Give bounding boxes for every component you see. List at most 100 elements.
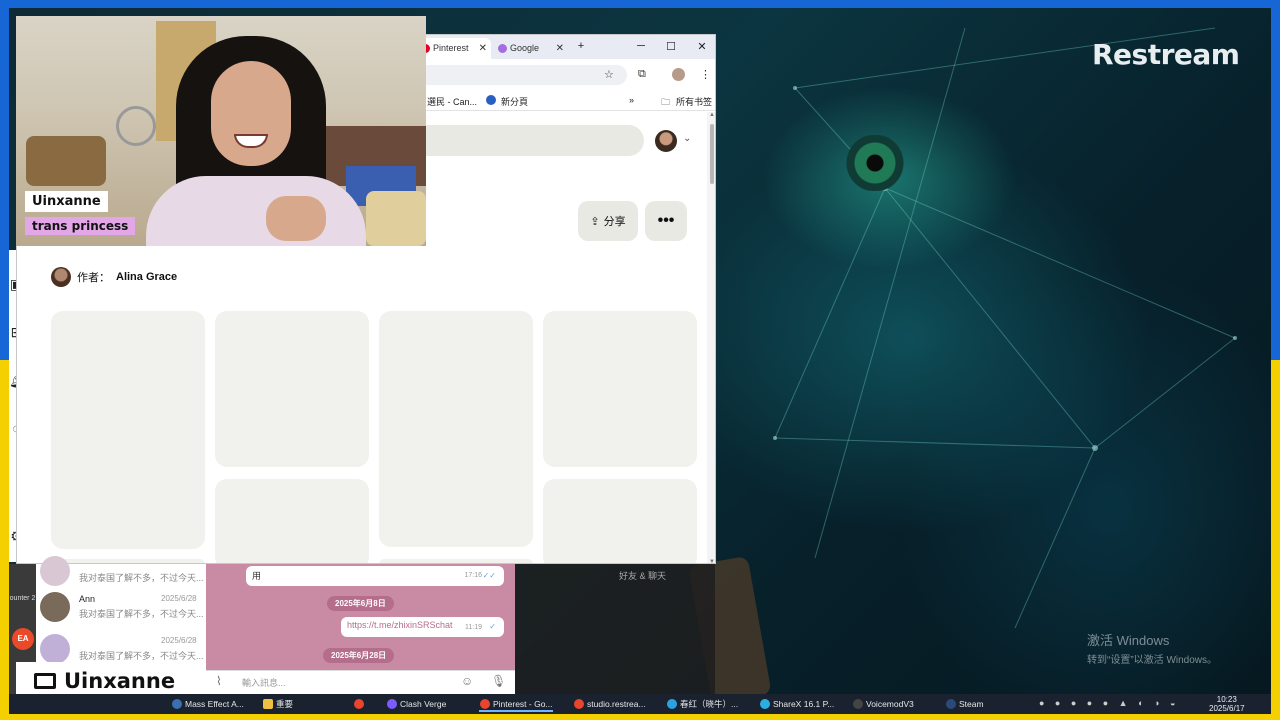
tab-google[interactable]: Google ✕ (494, 38, 568, 59)
emoji-icon[interactable]: ☺ (461, 674, 473, 688)
message-link[interactable]: https://t.me/zhixinSRSchat (347, 620, 453, 630)
stream-frame-right (1271, 0, 1280, 720)
bookmarks-overflow-icon[interactable]: » (629, 95, 634, 105)
taskbar-item-steam[interactable]: Steam (945, 696, 984, 712)
tab-pinterest-label: Pinterest (433, 43, 469, 53)
folder-icon (263, 699, 273, 709)
google-favicon-icon (498, 44, 507, 53)
sharex-icon (760, 699, 770, 709)
ea-app-icon[interactable]: EA (12, 628, 34, 650)
pin-placeholder[interactable] (543, 479, 697, 563)
wallpaper-eye (835, 135, 915, 191)
microphone-icon[interactable]: 🎙︎ (491, 674, 506, 688)
game-app-icon (172, 699, 182, 709)
bookmark-star-icon[interactable]: ☆ (604, 68, 614, 81)
tab-pinterest[interactable]: Pinterest ✕ (417, 38, 491, 59)
chat-list-item[interactable]: Ann 2025/6/28 我对泰国了解不多，不过今天... (36, 588, 206, 628)
steam-icon (946, 699, 956, 709)
stream-frame-left (0, 0, 9, 720)
all-bookmarks[interactable]: 所有书签 (676, 95, 712, 108)
monitor-icon (34, 673, 56, 689)
scroll-up-arrow-icon[interactable]: ▲ (709, 112, 715, 118)
taskbar-item-pinterest[interactable]: Pinterest - Go... (479, 696, 553, 712)
folder-icon: 🗀 (661, 97, 671, 107)
chevron-down-icon[interactable]: ⌄ (683, 133, 691, 144)
bookmark-item[interactable]: 新分頁 (501, 95, 528, 108)
side-panel-text: ounter 2 (9, 595, 36, 602)
friends-chat-label[interactable]: 好友 & 聊天 (619, 569, 666, 582)
read-checkmark-icon: ✓✓ (482, 571, 496, 580)
taskbar-item-label: Mass Effect A... (185, 699, 244, 709)
extensions-icon[interactable]: ⧉ (638, 68, 646, 81)
clock-date: 2025/6/17 (1209, 704, 1245, 713)
message-input-bar: ⌇ 輸入訊息... ☺ 🎙︎ (206, 670, 515, 694)
minimize-icon[interactable]: ─ (634, 40, 648, 52)
close-window-icon[interactable]: ✕ (695, 40, 709, 53)
profile-avatar[interactable] (672, 68, 685, 81)
taskbar-item-mass-effect[interactable]: Mass Effect A... (171, 696, 244, 712)
new-tab-plus-icon[interactable]: + (574, 40, 588, 52)
chat-contact-avatar (40, 592, 70, 622)
friends-panel: 好友 & 聊天 (515, 564, 715, 694)
system-tray-icons[interactable]: ● ● ● ● ● ▲ ◐ ◑ ◒ (1039, 698, 1179, 708)
message-input[interactable]: 輸入訊息... (242, 676, 286, 689)
channel-badge-name: Uinxanne (64, 669, 176, 693)
chat-list-item[interactable]: 我对泰国了解不多，不过今天... (36, 552, 206, 592)
windows-taskbar: Mass Effect A... 重要 Clash Verge Pinteres… (9, 694, 1271, 714)
author-line: 作者： Alina Grace (51, 267, 177, 287)
taskbar-item-sharex[interactable]: ShareX 16.1 P... (759, 696, 834, 712)
taskbar-item-label: 春红（晓牛）... (680, 699, 739, 709)
author-name[interactable]: Alina Grace (116, 271, 177, 283)
webcam-background-fan (116, 106, 156, 146)
chat-date: 2025/6/28 (161, 636, 197, 645)
taskbar-item-restream-studio[interactable]: studio.restrea... (573, 696, 646, 712)
maximize-icon[interactable]: ☐ (664, 40, 678, 53)
pin-placeholder[interactable] (215, 311, 369, 467)
chrome-icon (354, 699, 364, 709)
telegram-icon (667, 699, 677, 709)
message-time: 17:16 (464, 572, 482, 579)
streamer-name-tag: Uinxanne (25, 191, 108, 212)
streamer-hand (266, 196, 326, 241)
date-separator: 2025年6月8日 (327, 596, 394, 611)
taskbar-item-clash-verge[interactable]: Clash Verge (386, 696, 446, 712)
tab-google-label: Google (510, 43, 540, 53)
chrome-icon (574, 699, 584, 709)
taskbar-item-voicemod[interactable]: VoicemodV3 (852, 696, 914, 712)
attachment-paperclip-icon[interactable]: ⌇ (216, 674, 222, 688)
chat-contact-avatar (40, 634, 70, 664)
streamer-subtitle-tag: trans princess (25, 217, 136, 235)
streamer-face (211, 61, 291, 166)
chrome-icon (480, 699, 490, 709)
pin-placeholder[interactable] (51, 311, 205, 549)
share-button[interactable]: ⇪ 分享 (578, 201, 638, 241)
webcam-background-bag (366, 191, 426, 246)
kebab-menu-icon[interactable]: ⋮ (700, 68, 711, 81)
taskbar-item-folder[interactable]: 重要 (262, 696, 293, 712)
chat-preview: 我对泰国了解不多，不过今天... (79, 609, 204, 619)
taskbar-item-label: VoicemodV3 (866, 699, 914, 709)
taskbar-item-label: 重要 (276, 699, 294, 709)
bookmark-item[interactable]: 選民 - Can... (427, 95, 477, 108)
streamer-body (146, 176, 366, 246)
taskbar-item-telegram[interactable]: 春红（晓牛）... (666, 696, 738, 712)
chat-date: 2025/6/28 (161, 594, 197, 603)
activate-windows-subtitle: 转到“设置”以激活 Windows。 (1087, 655, 1218, 666)
voicemod-icon (853, 699, 863, 709)
page-scrollbar[interactable]: ▲ ▼ (707, 112, 715, 563)
chat-message-bubble: 用 17:16 ✓✓ (246, 566, 504, 586)
user-avatar[interactable] (655, 130, 677, 152)
chat-contact-avatar (40, 556, 70, 586)
pin-placeholder[interactable] (543, 311, 697, 467)
tab-close-icon[interactable]: ✕ (556, 38, 564, 59)
share-label: 分享 (603, 216, 626, 228)
author-avatar[interactable] (51, 267, 71, 287)
tab-close-icon[interactable]: ✕ (479, 38, 487, 59)
more-options-button[interactable]: ••• (645, 201, 687, 241)
taskbar-clock[interactable]: 10:23 2025/6/17 (1209, 695, 1245, 713)
taskbar-item-chrome[interactable] (353, 696, 369, 712)
taskbar-item-label: Pinterest - Go... (493, 699, 553, 709)
pin-placeholder[interactable] (215, 479, 369, 563)
scrollbar-thumb[interactable] (710, 124, 714, 184)
pin-placeholder[interactable] (379, 311, 533, 547)
